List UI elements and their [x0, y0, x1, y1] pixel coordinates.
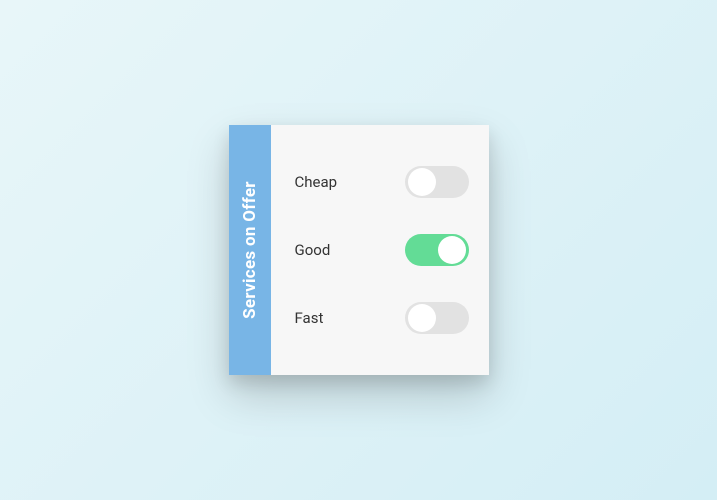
sidebar-title: Services on Offer	[240, 181, 260, 319]
toggle-label: Fast	[295, 309, 324, 327]
sidebar: Services on Offer	[229, 125, 271, 375]
toggle-label: Cheap	[295, 173, 338, 191]
toggle-good[interactable]	[405, 234, 469, 266]
toggle-knob	[438, 236, 466, 264]
toggle-knob	[408, 304, 436, 332]
toggle-label: Good	[295, 241, 331, 259]
toggle-knob	[408, 168, 436, 196]
services-card: Services on Offer Cheap Good Fast	[229, 125, 489, 375]
toggles-list: Cheap Good Fast	[271, 125, 489, 375]
toggle-row-fast: Fast	[295, 302, 469, 334]
toggle-fast[interactable]	[405, 302, 469, 334]
toggle-cheap[interactable]	[405, 166, 469, 198]
toggle-row-good: Good	[295, 234, 469, 266]
toggle-row-cheap: Cheap	[295, 166, 469, 198]
